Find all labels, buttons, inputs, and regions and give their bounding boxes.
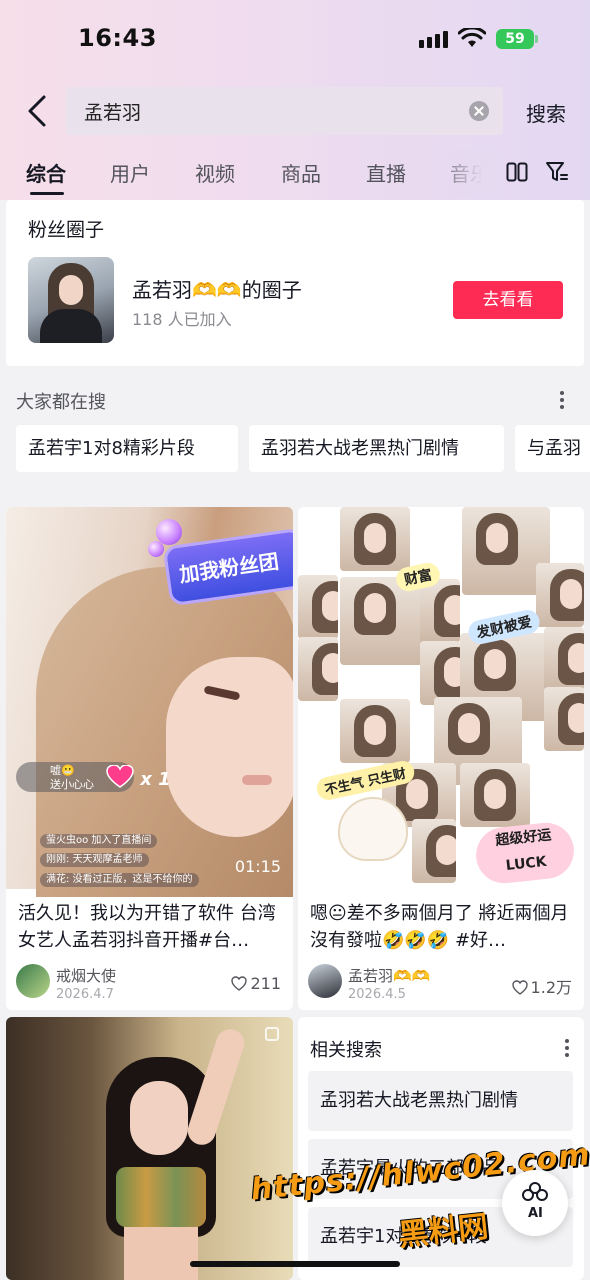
heart-icon bbox=[511, 980, 528, 995]
search-input[interactable]: 孟若羽 bbox=[66, 87, 503, 135]
video-thumbnail: 加我粉丝团 嘘😬 送小心心 x 1 萤火虫oo 加入了直播间 刚刚: 天天观摩孟老… bbox=[6, 507, 293, 897]
post-date: 2026.4.7 bbox=[56, 987, 114, 1002]
hot-search-chip[interactable]: 孟羽若大战老黑热门剧情 bbox=[249, 425, 504, 472]
like-count[interactable]: 1.2万 bbox=[511, 974, 572, 998]
battery-icon: 59 bbox=[496, 29, 534, 49]
post-date: 2026.4.5 bbox=[348, 987, 406, 1002]
fan-circle-card[interactable]: 粉丝圈子 孟若羽🫶🫶的圈子 118 人已加入 去看看 bbox=[6, 200, 584, 366]
search-query: 孟若羽 bbox=[84, 102, 142, 124]
hot-search-chip[interactable]: 孟若宇1对8精彩片段 bbox=[16, 425, 238, 472]
status-time: 16:43 bbox=[78, 24, 157, 52]
back-arrow-icon[interactable] bbox=[24, 94, 52, 128]
disco-ball-icon bbox=[148, 541, 164, 557]
tab-fade bbox=[430, 150, 500, 196]
author-name[interactable]: 孟若羽🫶🫶 bbox=[348, 965, 430, 986]
tab-users[interactable]: 用户 bbox=[110, 158, 150, 187]
video-caption: 嗯😐差不多兩個月了 將近兩個月沒有發啦🤣🤣🤣 #好… bbox=[310, 903, 569, 951]
ai-button-label: AI bbox=[528, 1206, 543, 1221]
tab-general[interactable]: 综合 bbox=[26, 158, 66, 187]
chat-line: 满花: 没看过正版，这是不给你的 bbox=[40, 873, 199, 887]
related-search-item[interactable]: 孟羽若大战老黑热门剧情 bbox=[308, 1071, 573, 1131]
clear-icon[interactable] bbox=[469, 101, 489, 121]
video-card[interactable]: 财富 发财被爱 不生气 只生财 超级好运 LUCK 嗯😐差不多兩個月了 將近兩個月… bbox=[298, 507, 584, 1010]
filter-icon[interactable] bbox=[545, 161, 569, 183]
video-card[interactable]: 加我粉丝团 嘘😬 送小心心 x 1 萤火虫oo 加入了直播间 刚刚: 天天观摩孟老… bbox=[6, 507, 293, 1010]
hot-search-chip[interactable]: 与孟羽 bbox=[515, 425, 590, 472]
view-circle-button[interactable]: 去看看 bbox=[453, 281, 563, 319]
video-duration: 01:15 bbox=[234, 857, 281, 876]
more-options-icon[interactable] bbox=[560, 391, 564, 409]
tab-products[interactable]: 商品 bbox=[281, 158, 321, 187]
avatar[interactable] bbox=[308, 964, 342, 998]
wifi-icon bbox=[458, 28, 486, 47]
fan-circle-section-title: 粉丝圈子 bbox=[28, 219, 105, 241]
chat-line: 萤火虫oo 加入了直播间 bbox=[40, 834, 158, 848]
ai-assistant-button[interactable]: AI bbox=[502, 1170, 568, 1236]
multi-image-icon bbox=[265, 1027, 279, 1041]
related-searches-title: 相关搜索 bbox=[310, 1040, 382, 1061]
watermark-brand: 黑料网 bbox=[396, 1209, 490, 1254]
status-bar: 16:43 59 bbox=[0, 0, 590, 80]
fan-circle-member-count: 118 人已加入 bbox=[132, 310, 232, 329]
more-options-icon[interactable] bbox=[565, 1039, 569, 1057]
chat-line: 刚刚: 天天观摩孟老师 bbox=[40, 853, 149, 867]
battery-tip bbox=[535, 35, 538, 43]
fan-circle-thumbnail bbox=[28, 257, 114, 343]
tab-videos[interactable]: 视频 bbox=[195, 158, 235, 187]
tab-live[interactable]: 直播 bbox=[366, 158, 406, 187]
search-button[interactable]: 搜索 bbox=[526, 98, 566, 127]
layout-toggle-icon[interactable] bbox=[506, 162, 528, 182]
hot-searches-title: 大家都在搜 bbox=[16, 392, 106, 413]
gift-indicator: x 1 bbox=[106, 765, 171, 790]
like-count[interactable]: 211 bbox=[231, 974, 281, 993]
cat-sticker bbox=[338, 797, 408, 861]
home-indicator bbox=[190, 1261, 400, 1267]
avatar[interactable] bbox=[16, 964, 50, 998]
fan-circle-name: 孟若羽🫶🫶的圈子 bbox=[132, 278, 302, 302]
ai-flower-icon bbox=[522, 1182, 548, 1201]
video-caption: 活久见！我以为开错了软件 台湾女艺人孟若羽抖音开播#台… bbox=[18, 903, 276, 951]
tab-active-indicator bbox=[30, 192, 64, 195]
heart-gift-icon bbox=[106, 765, 134, 788]
search-tabs: 综合 用户 视频 商品 直播 音乐 bbox=[0, 150, 590, 196]
video-card[interactable] bbox=[6, 1017, 293, 1280]
author-name[interactable]: 戒烟大使 bbox=[56, 965, 116, 986]
video-thumbnail: 财富 发财被爱 不生气 只生财 超级好运 LUCK bbox=[298, 507, 584, 889]
cellular-signal-icon bbox=[419, 31, 448, 48]
lucky-sticker: 超级好运 LUCK bbox=[473, 820, 577, 886]
heart-icon bbox=[231, 976, 248, 991]
